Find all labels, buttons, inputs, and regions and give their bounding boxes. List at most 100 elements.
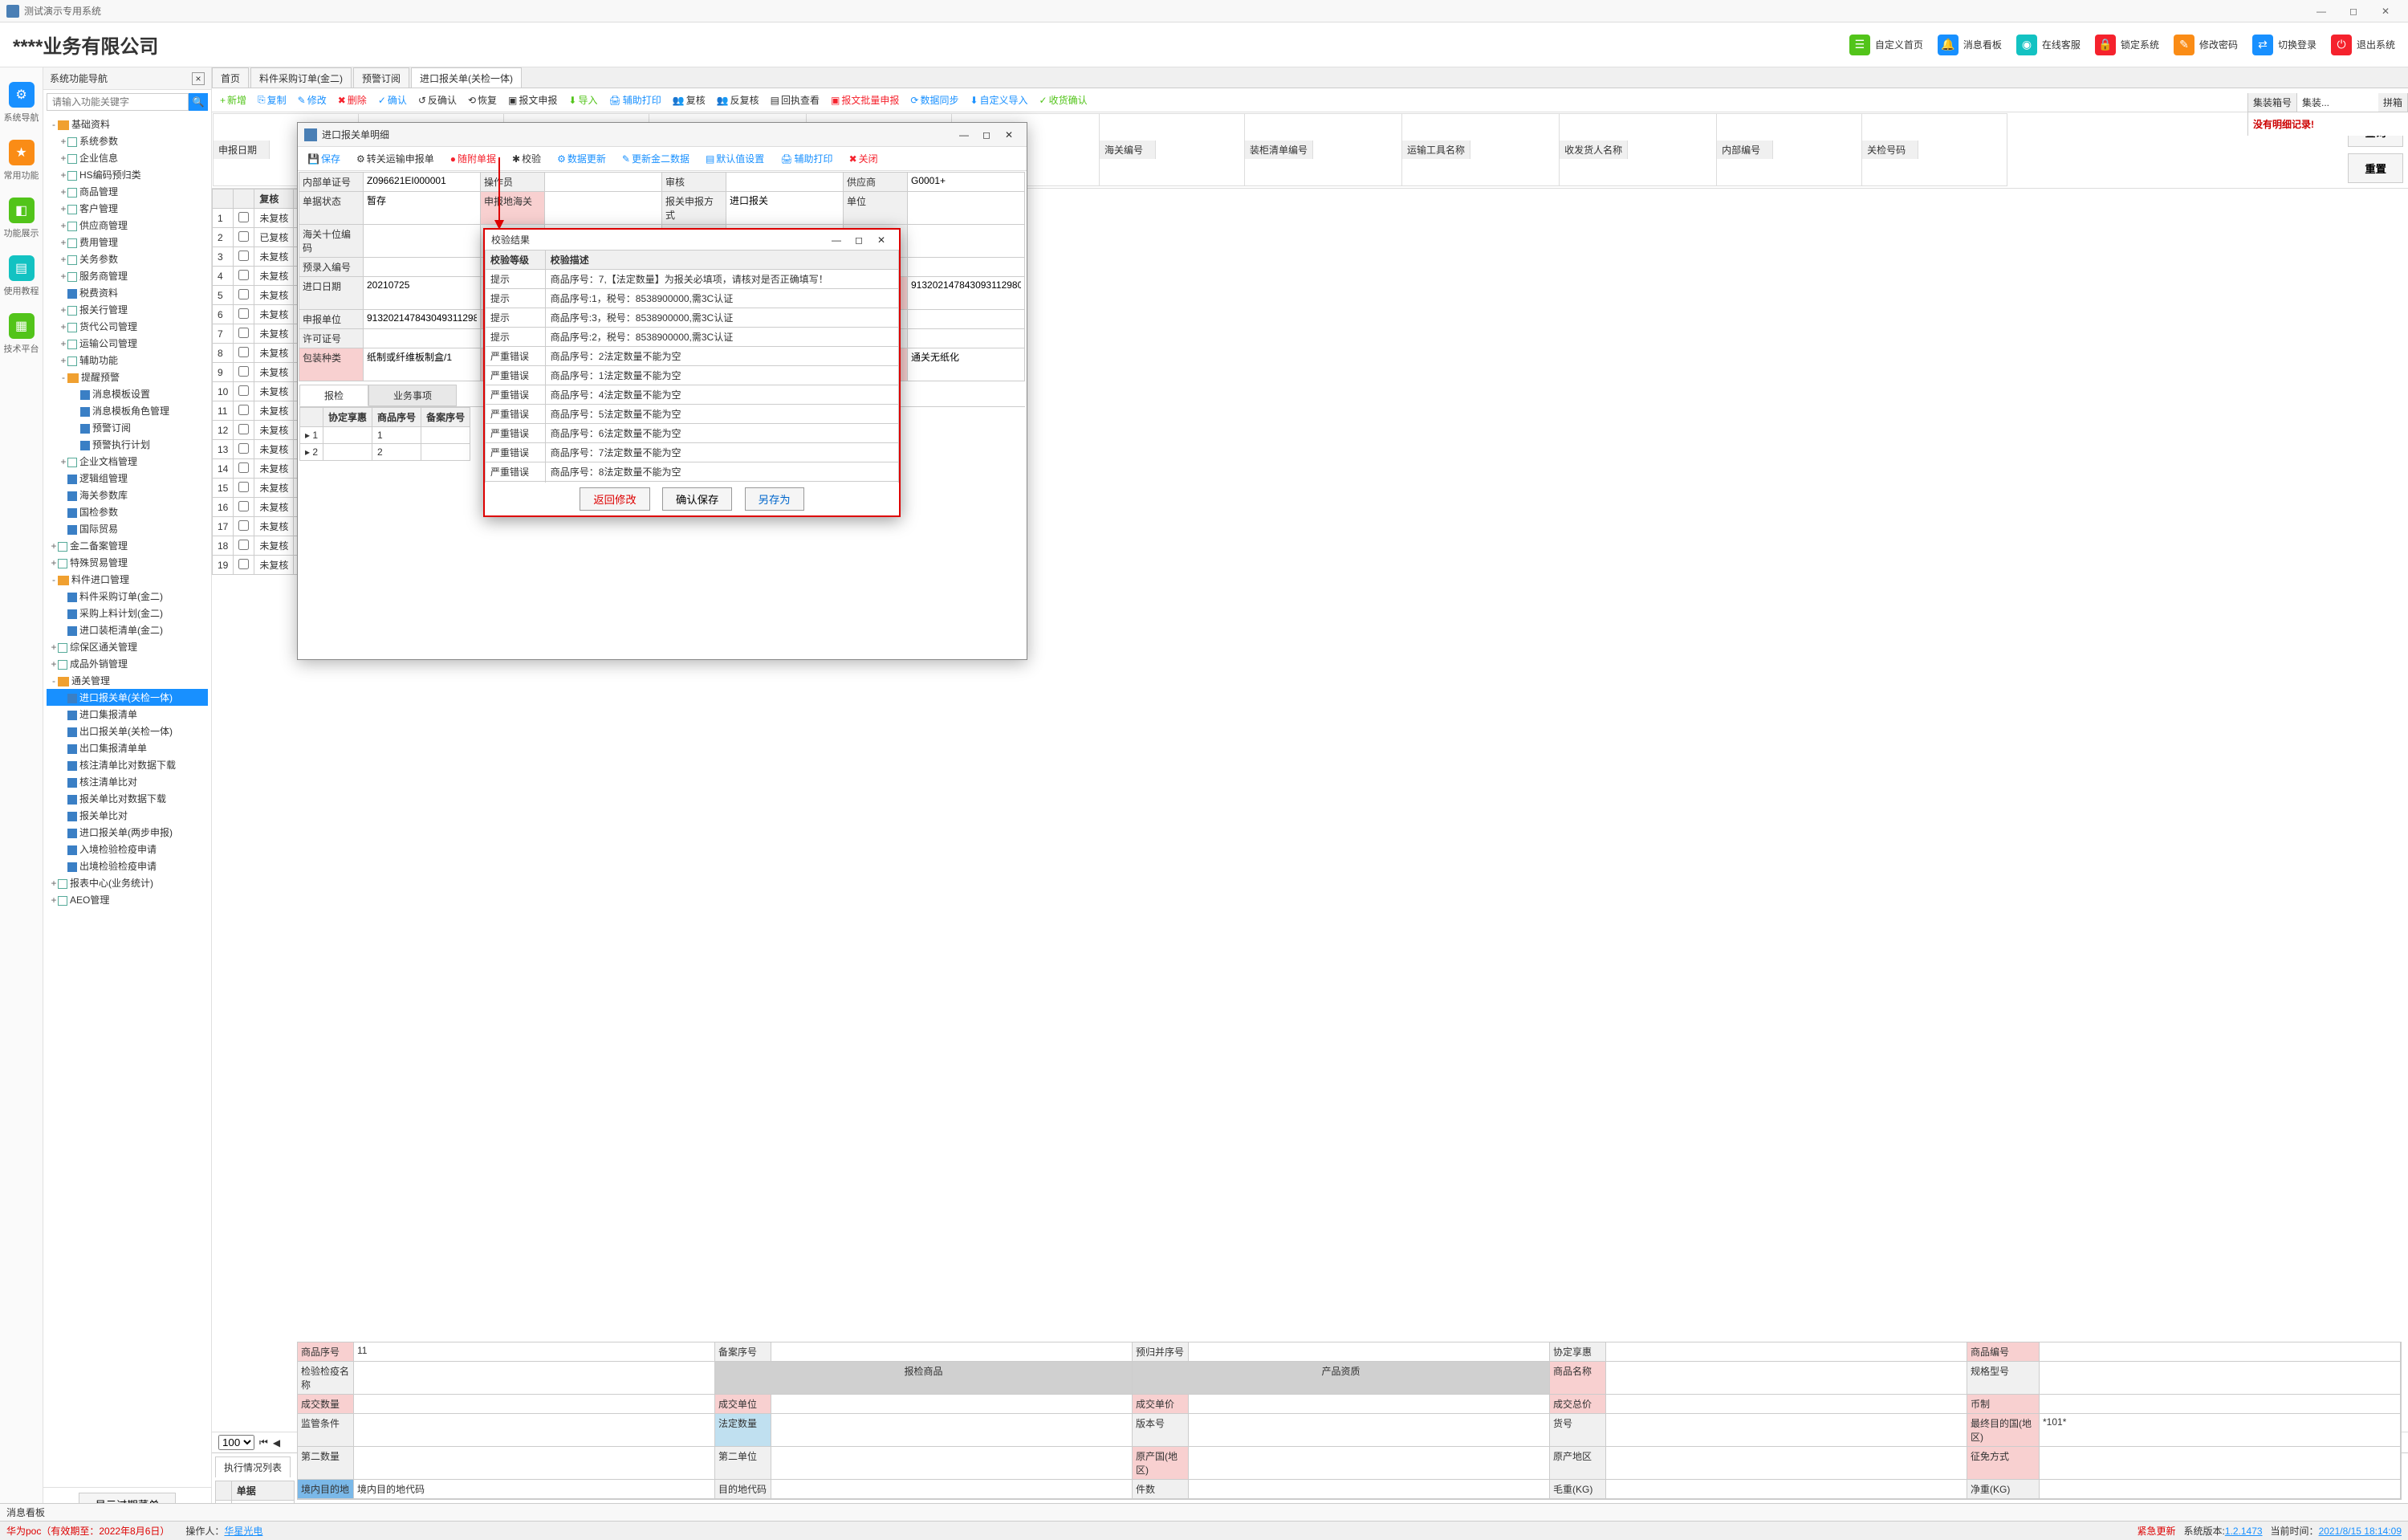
tree-node[interactable]: +金二备案管理 [47, 537, 208, 554]
row-checkbox[interactable] [238, 212, 249, 222]
bf-field-成交数量[interactable] [353, 1394, 715, 1414]
table-row[interactable]: 提示商品序号:2，税号：8538900000,需3C认证 [486, 328, 899, 347]
toolbar-新增[interactable]: +新增 [215, 91, 251, 109]
tree-node[interactable]: 核注清单比对 [47, 773, 208, 790]
tree-node[interactable]: 国检参数 [47, 503, 208, 520]
toolbar-导入[interactable]: ⬇导入 [563, 91, 602, 109]
table-row[interactable]: 严重错误商品序号：8法定数量不能为空 [486, 462, 899, 482]
tree-node[interactable]: +HS编码预归类 [47, 166, 208, 183]
tree-node[interactable]: 海关参数库 [47, 487, 208, 503]
filter-内部编号-input[interactable] [1773, 142, 1861, 158]
toolbar-修改[interactable]: ✎修改 [293, 91, 332, 109]
vd-min-icon[interactable]: — [825, 234, 848, 246]
bf-field-货号[interactable] [1605, 1413, 1967, 1447]
tree-node[interactable]: 消息模板设置 [47, 385, 208, 402]
filter-收发货人名称-input[interactable] [1628, 142, 1716, 158]
dlg-toolbar-更新金二数据[interactable]: ✎更新金二数据 [617, 149, 694, 168]
tree-node[interactable]: +综保区通关管理 [47, 638, 208, 655]
subtab-baojian[interactable]: 报检 [299, 385, 368, 406]
bf-field-成交总价[interactable] [1605, 1394, 1967, 1414]
tree-node[interactable]: +关务参数 [47, 251, 208, 267]
dlg-toolbar-关闭[interactable]: ✖关闭 [844, 149, 883, 168]
bf-field-件数[interactable] [1188, 1479, 1550, 1499]
bf-field-法定数量[interactable] [771, 1413, 1133, 1447]
maximize-button[interactable]: ◻ [2337, 0, 2369, 22]
message-bar[interactable]: 消息看板 [0, 1503, 2408, 1521]
tree-node[interactable]: +供应商管理 [47, 217, 208, 234]
bf-field-商品编号[interactable] [2039, 1342, 2401, 1362]
subtab-yewu[interactable]: 业务事项 [368, 385, 457, 406]
tree-node[interactable]: 出口报关单(关检一体) [47, 723, 208, 739]
tree-node[interactable]: 预警执行计划 [47, 436, 208, 453]
dialog-titlebar[interactable]: 进口报关单明细 — ◻ ✕ [298, 123, 1027, 147]
toolbar-删除[interactable]: ✖删除 [333, 91, 372, 109]
bf-btn-报检商品[interactable]: 报检商品 [714, 1361, 1133, 1395]
tree-node[interactable]: 税费资料 [47, 284, 208, 301]
toolbar-数据同步[interactable]: ⟳数据同步 [905, 91, 963, 109]
tree-node[interactable]: 进口报关单(两步申报) [47, 824, 208, 841]
sub-grid[interactable]: 协定享惠商品序号备案序号▸ 11▸ 22 [299, 407, 470, 461]
confirm-save-button[interactable]: 确认保存 [662, 487, 732, 511]
tree-node[interactable]: +报表中心(业务统计) [47, 874, 208, 891]
tree-node[interactable]: 出境检验检疫申请 [47, 858, 208, 874]
vd-max-icon[interactable]: ◻ [848, 234, 870, 246]
toolbar-反复核[interactable]: 👥反复核 [712, 91, 764, 109]
tree-node[interactable]: 采购上料计划(金二) [47, 605, 208, 621]
bf-field-备案序号[interactable] [771, 1342, 1133, 1362]
leftbar-系统导航[interactable]: ⚙系统导航 [0, 74, 43, 132]
header-退出系统[interactable]: ⏻退出系统 [2331, 35, 2395, 55]
header-在线客服[interactable]: ◉在线客服 [2016, 35, 2081, 55]
bf-field-预归并序号[interactable] [1188, 1342, 1550, 1362]
bf-field-规格型号[interactable] [2039, 1361, 2401, 1395]
header-自定义首页[interactable]: ☰自定义首页 [1849, 35, 1923, 55]
tree-node[interactable]: +辅助功能 [47, 352, 208, 369]
row-checkbox[interactable] [238, 251, 249, 261]
tree-node[interactable]: 消息模板角色管理 [47, 402, 208, 419]
header-锁定系统[interactable]: 🔒锁定系统 [2095, 35, 2159, 55]
pager-prev-icon[interactable]: ◀ [273, 1437, 280, 1448]
header-消息看板[interactable]: 🔔消息看板 [1938, 35, 2002, 55]
toolbar-反确认[interactable]: ↺反确认 [413, 91, 462, 109]
tree-node[interactable]: -基础资料 [47, 116, 208, 132]
toolbar-辅助打印[interactable]: 🖨辅助打印 [604, 91, 665, 109]
pager-first-icon[interactable]: ⏮ [259, 1436, 268, 1448]
bf-field-商品序号[interactable]: 11 [353, 1342, 715, 1362]
bf-field-成交单位[interactable] [771, 1394, 1133, 1414]
tab-3[interactable]: 进口报关单(关检一体) [411, 67, 522, 88]
tree-node[interactable]: 报关单比对 [47, 807, 208, 824]
row-checkbox[interactable] [238, 328, 249, 338]
bf-field-第二数量[interactable] [353, 1446, 715, 1480]
row-checkbox[interactable] [238, 482, 249, 492]
tab-0[interactable]: 首页 [212, 67, 249, 88]
row-checkbox[interactable] [238, 520, 249, 531]
leftbar-使用教程[interactable]: ▤使用教程 [0, 247, 43, 305]
tree-node[interactable]: 核注清单比对数据下载 [47, 756, 208, 773]
bf-field-协定享惠[interactable] [1605, 1342, 1967, 1362]
tree-node[interactable]: 入境检验检疫申请 [47, 841, 208, 858]
dlg-close-icon[interactable]: ✕ [998, 129, 1020, 141]
row-checkbox[interactable] [238, 347, 249, 357]
row-checkbox[interactable] [238, 231, 249, 242]
tree-node[interactable]: +商品管理 [47, 183, 208, 200]
search-icon[interactable]: 🔍 [189, 93, 208, 111]
row-checkbox[interactable] [238, 540, 249, 550]
version-link[interactable]: 1.2.1473 [2225, 1526, 2263, 1537]
dlg-toolbar-校验[interactable]: ✱校验 [507, 149, 546, 168]
tree-node[interactable]: -提醒预警 [47, 369, 208, 385]
row-checkbox[interactable] [238, 366, 249, 377]
table-row[interactable]: ▸ 22 [300, 444, 470, 461]
validate-grid[interactable]: 校验等级校验描述提示商品序号：7,【法定数量】为报关必填项，请核对是否正确填写！… [485, 250, 899, 483]
bf-field-目的地代码[interactable] [771, 1479, 1133, 1499]
bf-field-毛重(KG)[interactable] [1605, 1479, 1967, 1499]
toolbar-报文申报[interactable]: ▣报文申报 [503, 91, 562, 109]
dlg-toolbar-随附单据[interactable]: ●随附单据 [445, 149, 501, 168]
nav-tree[interactable]: -基础资料+系统参数+企业信息+HS编码预归类+商品管理+客户管理+供应商管理+… [43, 114, 211, 1487]
vd-close-icon[interactable]: ✕ [870, 234, 893, 246]
dlg-toolbar-转关运输申报单[interactable]: ⚙转关运输申报单 [352, 149, 439, 168]
tree-node[interactable]: 出口集报清单单 [47, 739, 208, 756]
leftbar-功能展示[interactable]: ◧功能展示 [0, 189, 43, 247]
bf-field-成交单价[interactable] [1188, 1394, 1550, 1414]
bf-field-净重(KG)[interactable] [2039, 1479, 2401, 1499]
dlg-toolbar-辅助打印[interactable]: 🖨辅助打印 [775, 149, 837, 168]
tree-node[interactable]: +成品外销管理 [47, 655, 208, 672]
